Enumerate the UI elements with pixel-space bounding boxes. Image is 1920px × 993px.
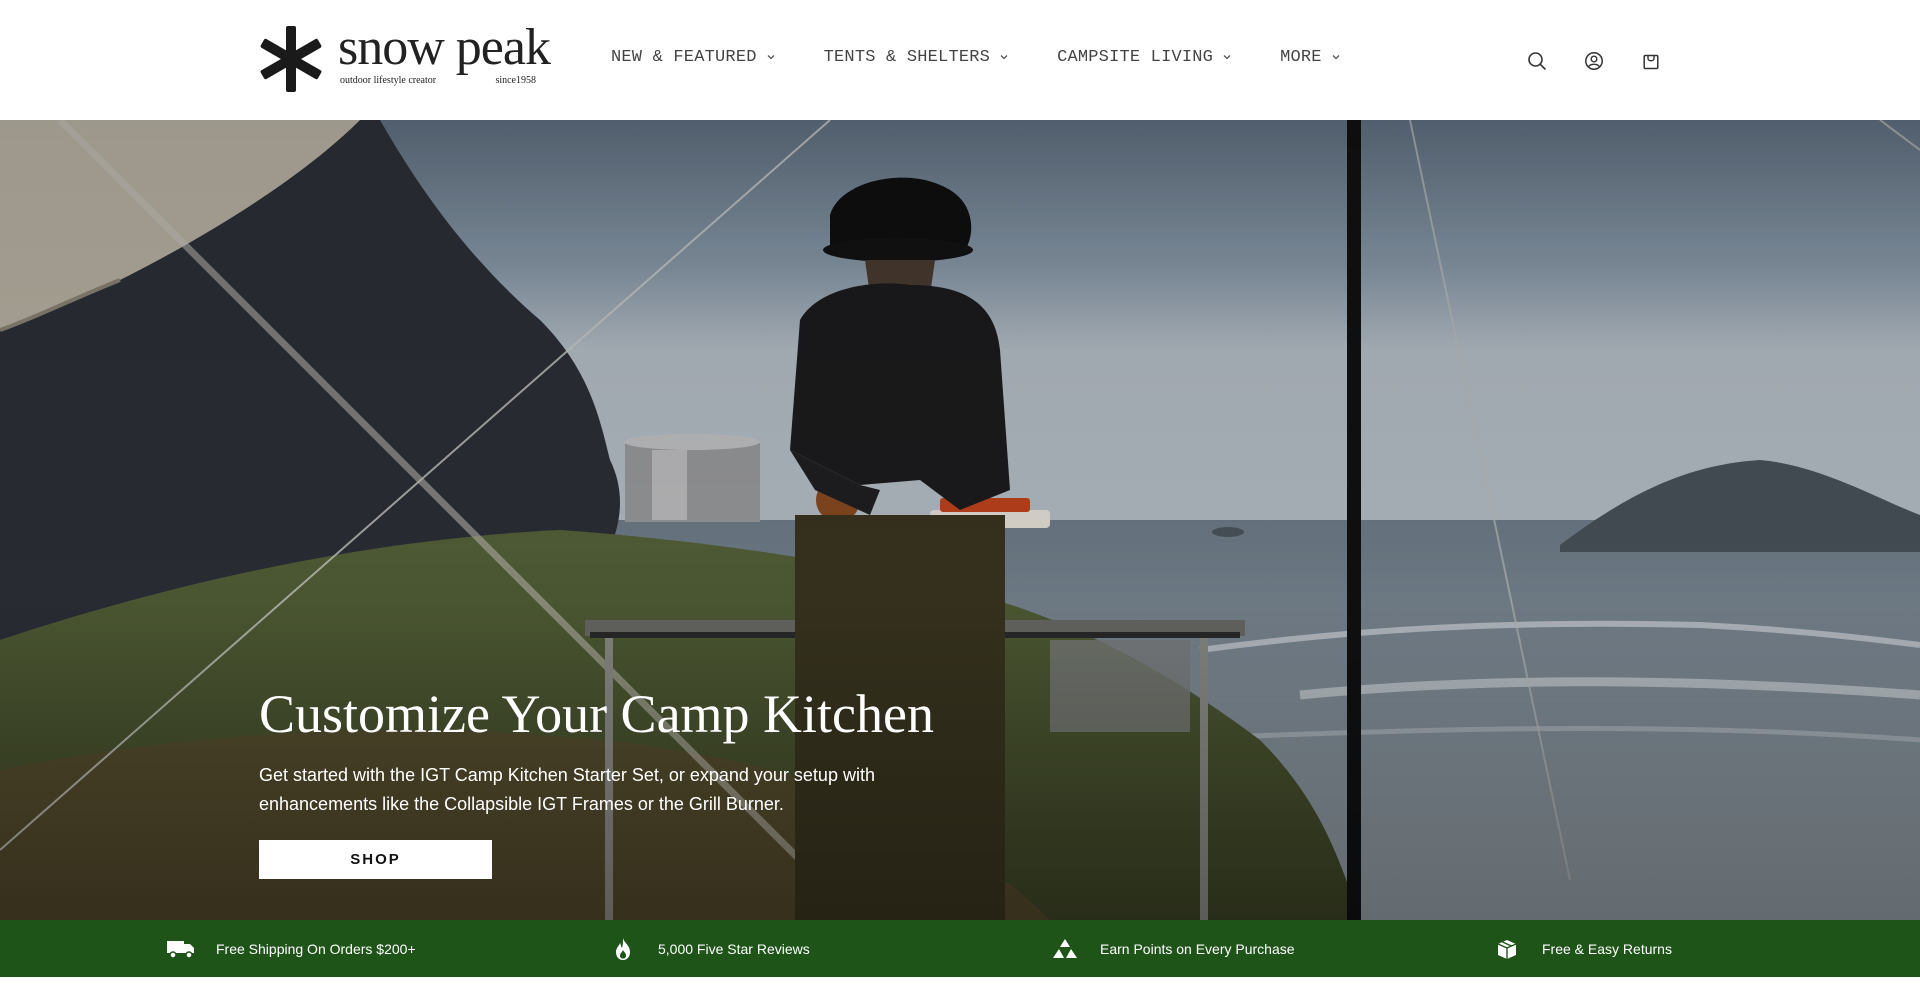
chevron-down-icon: [1000, 54, 1008, 59]
asterisk-logo-icon: [260, 26, 322, 92]
nav-item-label: TENTS & SHELTERS: [823, 48, 991, 67]
nav-item-label: NEW & FEATURED: [611, 48, 757, 67]
account-icon: [1585, 52, 1603, 70]
hero-title: Customize Your Camp Kitchen: [259, 684, 934, 744]
mountain-icon: [1050, 936, 1080, 962]
benefit-label: Earn Points on Every Purchase: [1100, 940, 1295, 957]
benefit-label: 5,000 Five Star Reviews: [658, 940, 810, 957]
site-header: snow peak outdoor lifestyle creator sinc…: [0, 0, 1920, 120]
main-nav: NEW & FEATURED TENTS & SHELTERS CAMPSITE…: [611, 48, 1389, 67]
hero-subtitle: Get started with the IGT Camp Kitchen St…: [259, 765, 875, 814]
benefit-points[interactable]: Earn Points on Every Purchase: [1050, 920, 1295, 977]
hero-banner: Customize Your Camp Kitchen Get started …: [0, 120, 1920, 920]
brand-since: since1958: [495, 75, 536, 86]
cart-button[interactable]: [1640, 50, 1662, 72]
benefits-bar: Free Shipping On Orders $200+ 5,000 Five…: [0, 920, 1920, 977]
nav-item-more[interactable]: MORE: [1280, 48, 1341, 67]
brand-tagline: outdoor lifestyle creator: [340, 75, 437, 86]
account-button[interactable]: [1583, 50, 1605, 72]
nav-item-campsite-living[interactable]: CAMPSITE LIVING: [1057, 48, 1232, 67]
brand-name: snow peak: [338, 19, 551, 76]
search-button[interactable]: [1526, 50, 1548, 72]
truck-icon: [166, 936, 196, 962]
page-bottom-strip: [0, 977, 1920, 993]
cart-icon: [1643, 54, 1659, 70]
shop-button[interactable]: SHOP: [259, 840, 492, 879]
box-return-icon: [1492, 936, 1522, 962]
chevron-down-icon: [1223, 54, 1231, 59]
benefit-label: Free & Easy Returns: [1542, 940, 1672, 957]
nav-item-new-featured[interactable]: NEW & FEATURED: [611, 48, 776, 67]
nav-item-label: MORE: [1280, 48, 1322, 67]
nav-item-tents-shelters[interactable]: TENTS & SHELTERS: [824, 48, 1009, 67]
brand-logo[interactable]: snow peak outdoor lifestyle creator sinc…: [258, 19, 551, 96]
flame-icon: [608, 936, 638, 962]
chevron-down-icon: [1332, 54, 1340, 59]
benefit-reviews[interactable]: 5,000 Five Star Reviews: [608, 920, 810, 977]
brand-wordmark: snow peak outdoor lifestyle creator sinc…: [338, 19, 551, 96]
nav-item-label: CAMPSITE LIVING: [1057, 48, 1214, 67]
benefit-label: Free Shipping On Orders $200+: [216, 940, 416, 957]
benefit-free-shipping[interactable]: Free Shipping On Orders $200+: [166, 920, 416, 977]
chevron-down-icon: [767, 54, 775, 59]
search-icon: [1528, 52, 1546, 70]
benefit-returns[interactable]: Free & Easy Returns: [1492, 920, 1672, 977]
